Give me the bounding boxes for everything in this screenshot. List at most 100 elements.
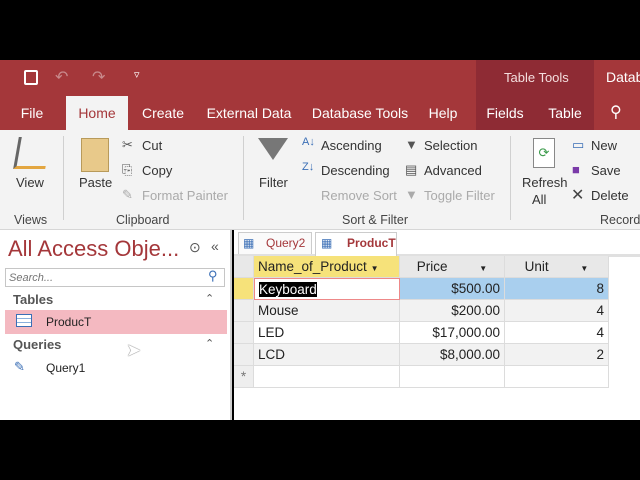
group-sort-filter: Sort & Filter bbox=[342, 213, 408, 227]
table-cell[interactable]: 8 bbox=[505, 278, 609, 300]
nav-item-query1[interactable]: Query1 bbox=[46, 361, 85, 375]
query-icon: ▦ bbox=[243, 236, 255, 250]
advanced-button[interactable]: Advanced bbox=[424, 163, 482, 178]
dropdown-icon[interactable]: ▼ bbox=[371, 264, 379, 273]
remove-sort-button[interactable]: Remove Sort bbox=[321, 188, 397, 203]
nav-item-label: ProducT bbox=[46, 315, 92, 329]
delete-button[interactable]: Delete bbox=[591, 188, 629, 203]
redo-icon[interactable]: ↷ bbox=[92, 67, 105, 87]
ascending-icon: A↓ bbox=[302, 136, 315, 148]
query-icon: ✎ bbox=[14, 359, 25, 374]
new-button[interactable]: New bbox=[591, 138, 617, 153]
filter-button[interactable]: Filter bbox=[259, 175, 288, 190]
lightbulb-icon[interactable]: ⚲ bbox=[610, 102, 622, 122]
table-cell[interactable]: $500.00 bbox=[400, 278, 505, 300]
dropdown-icon[interactable]: ▼ bbox=[479, 264, 487, 273]
db-label: Datab bbox=[606, 69, 640, 85]
copy-button[interactable]: Copy bbox=[142, 163, 172, 178]
table-cell[interactable]: 4 bbox=[505, 322, 609, 344]
paste-icon bbox=[81, 138, 109, 172]
header-label: Unit bbox=[524, 259, 549, 274]
ascending-button[interactable]: Ascending bbox=[321, 138, 382, 153]
table-cell[interactable]: $200.00 bbox=[400, 300, 505, 322]
divider bbox=[63, 136, 64, 220]
table-cell[interactable] bbox=[505, 366, 609, 388]
column-header-unit[interactable]: Unit ▼ bbox=[505, 256, 609, 278]
save-button[interactable]: Save bbox=[591, 163, 621, 178]
search-icon[interactable]: ⚲ bbox=[208, 268, 218, 284]
tab-home[interactable]: Home bbox=[66, 96, 128, 130]
tab-help[interactable]: Help bbox=[424, 96, 462, 130]
group-records: Record bbox=[600, 213, 640, 227]
doc-tab-label: ProducT bbox=[347, 236, 396, 250]
doc-tab-label: Query2 bbox=[266, 236, 306, 250]
row-selector[interactable] bbox=[234, 344, 254, 366]
select-all[interactable] bbox=[234, 256, 254, 278]
context-label: Table Tools bbox=[504, 70, 569, 85]
queries-header[interactable]: Queries bbox=[13, 337, 61, 352]
table-cell[interactable]: 4 bbox=[505, 300, 609, 322]
descending-button[interactable]: Descending bbox=[321, 163, 390, 178]
cell-text: Keyboard bbox=[259, 282, 317, 297]
row-selector[interactable] bbox=[234, 322, 254, 344]
table-cell[interactable]: LED bbox=[254, 322, 400, 344]
tab-file[interactable]: File bbox=[12, 96, 52, 130]
divider bbox=[510, 136, 511, 220]
tab-create[interactable]: Create bbox=[136, 96, 190, 130]
cut-button[interactable]: Cut bbox=[142, 138, 162, 153]
group-views: Views bbox=[14, 213, 48, 227]
filter-icon bbox=[258, 138, 288, 160]
collapse-tables-icon[interactable]: ⌃ bbox=[205, 292, 214, 305]
tab-fields[interactable]: Fields bbox=[484, 96, 526, 130]
advanced-icon: ▤ bbox=[405, 162, 418, 177]
group-clipboard: Clipboard bbox=[116, 213, 170, 227]
table-icon bbox=[16, 314, 32, 327]
toggle-filter-icon: ▼ bbox=[405, 187, 418, 202]
view-button[interactable]: View bbox=[16, 175, 44, 190]
table-cell[interactable] bbox=[400, 366, 505, 388]
save-icon[interactable] bbox=[24, 70, 38, 85]
delete-icon: ✕ bbox=[571, 187, 585, 204]
row-selector[interactable] bbox=[234, 278, 254, 300]
table-cell[interactable]: Mouse bbox=[254, 300, 400, 322]
table-cell[interactable]: Keyboard bbox=[254, 278, 400, 300]
selection-button[interactable]: Selection bbox=[424, 138, 477, 153]
row-selector[interactable] bbox=[234, 300, 254, 322]
copy-icon: ⎘ bbox=[122, 162, 133, 177]
table-cell[interactable]: $17,000.00 bbox=[400, 322, 505, 344]
undo-icon[interactable]: ↶ bbox=[55, 67, 68, 87]
format-painter-button[interactable]: Format Painter bbox=[142, 188, 228, 203]
refresh-button[interactable]: Refresh bbox=[522, 175, 568, 190]
nav-item-producT[interactable] bbox=[5, 310, 227, 334]
tables-header[interactable]: Tables bbox=[13, 292, 53, 307]
nav-title[interactable]: All Access Obje... bbox=[8, 236, 179, 262]
cut-icon: ✂ bbox=[122, 137, 133, 152]
collapse-queries-icon[interactable]: ⌃ bbox=[205, 337, 214, 350]
table-icon: ▦ bbox=[321, 236, 333, 250]
tab-table[interactable]: Table bbox=[544, 96, 586, 130]
format-painter-icon: ✎ bbox=[122, 187, 133, 202]
tab-database-tools[interactable]: Database Tools bbox=[310, 96, 410, 130]
nav-search-input[interactable] bbox=[5, 268, 225, 287]
table-cell[interactable] bbox=[254, 366, 400, 388]
new-row-marker[interactable]: * bbox=[234, 366, 254, 388]
nav-menu-icon[interactable]: ⊙ bbox=[189, 239, 201, 256]
toggle-filter-button[interactable]: Toggle Filter bbox=[424, 188, 495, 203]
mouse-cursor: ➤ bbox=[126, 340, 142, 360]
selection-icon: ▼ bbox=[405, 137, 418, 152]
new-record-icon: ▭ bbox=[572, 137, 585, 152]
table-cell[interactable]: LCD bbox=[254, 344, 400, 366]
refresh-icon: ⟳ bbox=[533, 138, 555, 168]
column-header-name[interactable]: Name_of_Product ▼ bbox=[254, 256, 400, 278]
dropdown-icon[interactable]: ▼ bbox=[580, 264, 588, 273]
table-cell[interactable]: $8,000.00 bbox=[400, 344, 505, 366]
divider bbox=[243, 136, 244, 220]
column-header-price[interactable]: Price ▼ bbox=[400, 256, 505, 278]
table-cell[interactable]: 2 bbox=[505, 344, 609, 366]
tab-external-data[interactable]: External Data bbox=[205, 96, 293, 130]
header-label: Name_of_Product bbox=[258, 259, 367, 274]
collapse-pane-icon[interactable]: « bbox=[211, 238, 219, 254]
refresh-all-label[interactable]: All bbox=[532, 192, 546, 207]
paste-button[interactable]: Paste bbox=[79, 175, 112, 190]
customize-qat-icon[interactable]: ▿ bbox=[134, 68, 140, 81]
